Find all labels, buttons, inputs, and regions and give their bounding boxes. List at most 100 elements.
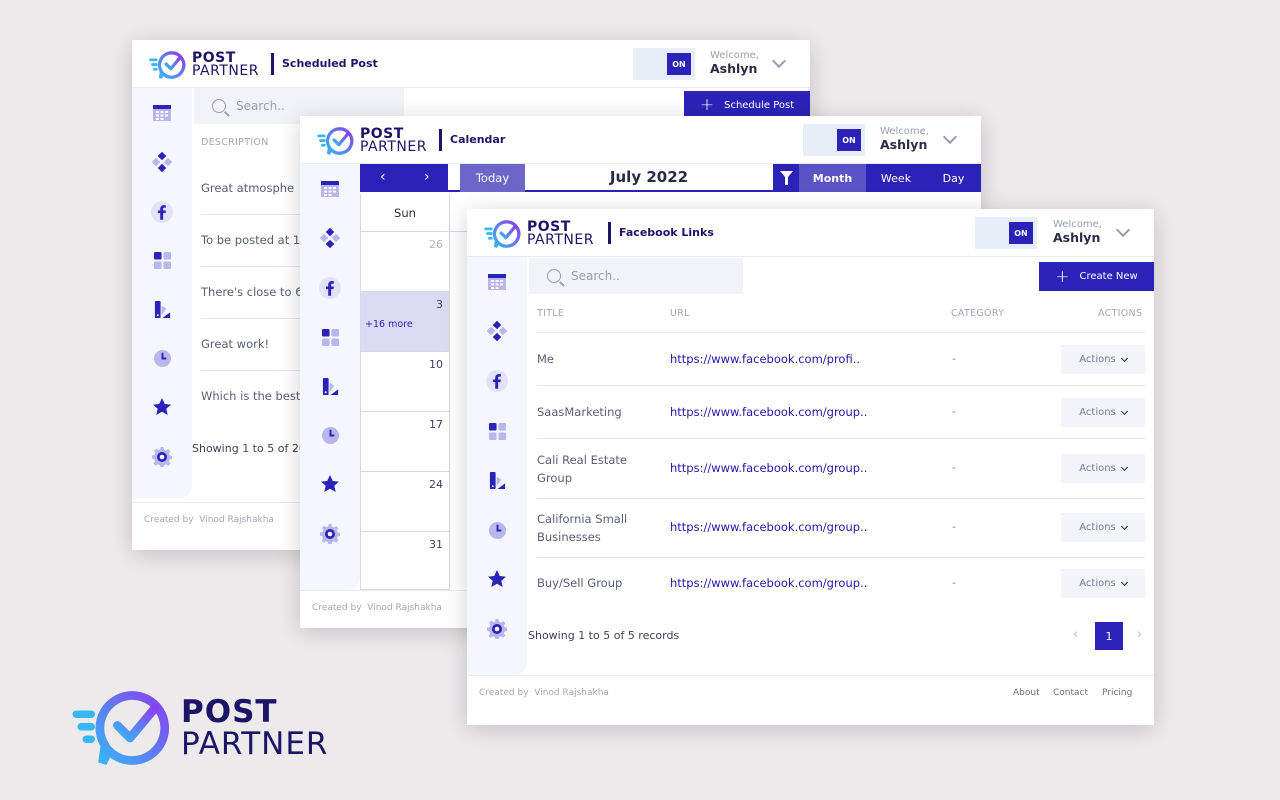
dashboard-grid-icon[interactable] xyxy=(319,326,341,348)
divider xyxy=(271,53,274,75)
column-header-category: CATEGORY xyxy=(951,308,1005,319)
weekday-header-sun: Sun xyxy=(361,194,450,232)
diamond-grid-icon[interactable] xyxy=(151,151,173,173)
chevron-down-icon[interactable] xyxy=(771,53,787,69)
facebook-icon[interactable] xyxy=(151,201,173,223)
header: POST PARTNER Calendar ON Welcome, Ashlyn xyxy=(300,116,981,164)
actions-dropdown[interactable]: Actions xyxy=(1061,454,1145,483)
records-summary: Showing 1 to 5 of 26 xyxy=(192,442,306,455)
calendar-icon[interactable] xyxy=(319,178,341,200)
page-title: Scheduled Post xyxy=(282,57,378,70)
actions-label: Actions xyxy=(1079,354,1116,365)
swatch-icon[interactable] xyxy=(486,469,508,491)
gear-icon[interactable] xyxy=(486,618,508,640)
chevron-down-icon[interactable] xyxy=(942,129,958,145)
actions-dropdown[interactable]: Actions xyxy=(1061,513,1145,542)
view-week[interactable]: Week xyxy=(866,164,926,192)
prev-page-button[interactable]: ‹ xyxy=(1073,627,1078,642)
actions-dropdown[interactable]: Actions xyxy=(1061,345,1145,374)
swatch-icon[interactable] xyxy=(319,375,341,397)
footer-link-pricing[interactable]: Pricing xyxy=(1102,688,1132,698)
chevron-down-icon xyxy=(1120,463,1128,471)
day-cell[interactable]: 10 xyxy=(361,352,450,412)
table-row[interactable]: To be posted at 1 xyxy=(201,233,300,247)
dashboard-grid-icon[interactable] xyxy=(486,420,508,442)
clock-icon[interactable] xyxy=(319,424,341,446)
chevron-down-icon xyxy=(1120,522,1128,530)
actions-label: Actions xyxy=(1079,578,1116,589)
view-day[interactable]: Day xyxy=(926,164,981,192)
chevron-down-icon[interactable] xyxy=(1115,222,1131,238)
search-input[interactable]: Search.. xyxy=(529,258,743,294)
gear-icon[interactable] xyxy=(151,446,173,468)
create-new-button[interactable]: + Create New xyxy=(1039,262,1154,291)
row-category: - xyxy=(952,352,956,365)
star-icon[interactable] xyxy=(319,473,341,495)
table-row[interactable]: Great atmosphe xyxy=(201,181,294,195)
calendar-icon[interactable] xyxy=(486,271,508,293)
chevron-down-icon xyxy=(1120,354,1128,362)
column-header-title: TITLE xyxy=(537,308,565,319)
day-cell-highlighted[interactable]: 3 +16 more xyxy=(361,292,450,352)
filter-button[interactable] xyxy=(773,164,799,192)
post-partner-logo-icon xyxy=(148,50,188,80)
row-divider xyxy=(537,438,1145,439)
footer-link-about[interactable]: About xyxy=(1013,688,1040,698)
next-page-button[interactable]: › xyxy=(1137,627,1142,642)
row-title: Buy/Sell Group xyxy=(537,576,623,590)
row-title: Me xyxy=(537,352,554,366)
swatch-icon[interactable] xyxy=(151,298,173,320)
created-by-label: Created by xyxy=(312,603,362,613)
month-label: July 2022 xyxy=(609,168,689,186)
row-category: - xyxy=(952,461,956,474)
post-partner-logo-icon xyxy=(316,126,356,156)
calendar-icon[interactable] xyxy=(151,102,173,124)
day-cell[interactable]: 17 xyxy=(361,412,450,472)
dashboard-grid-icon[interactable] xyxy=(151,249,173,271)
actions-dropdown[interactable]: Actions xyxy=(1061,569,1145,598)
sidebar xyxy=(132,88,192,498)
diamond-grid-icon[interactable] xyxy=(486,320,508,342)
more-events-link[interactable]: +16 more xyxy=(365,319,413,330)
row-url-link[interactable]: https://www.facebook.com/group.. xyxy=(670,520,867,534)
gear-icon[interactable] xyxy=(319,523,341,545)
on-toggle[interactable]: ON xyxy=(633,48,695,80)
facebook-icon[interactable] xyxy=(319,277,341,299)
view-month[interactable]: Month xyxy=(799,164,866,192)
prev-month-button[interactable]: ‹ xyxy=(380,169,386,185)
plus-icon: + xyxy=(699,95,715,115)
schedule-post-button[interactable]: + Schedule Post xyxy=(684,91,810,119)
actions-label: Actions xyxy=(1079,463,1116,474)
on-toggle[interactable]: ON xyxy=(803,124,865,156)
search-icon xyxy=(547,269,561,283)
on-toggle[interactable]: ON xyxy=(975,217,1037,249)
table-row[interactable]: Which is the best xyxy=(201,389,300,403)
clock-icon[interactable] xyxy=(486,519,508,541)
today-button[interactable]: Today xyxy=(460,164,525,192)
row-title: California Small Businesses xyxy=(537,512,628,544)
actions-dropdown[interactable]: Actions xyxy=(1061,398,1145,427)
facebook-icon[interactable] xyxy=(486,370,508,392)
page-title: Calendar xyxy=(450,133,506,146)
day-cell[interactable]: 31 xyxy=(361,532,450,590)
clock-icon[interactable] xyxy=(151,347,173,369)
actions-label: Actions xyxy=(1079,522,1116,533)
row-category: - xyxy=(952,520,956,533)
row-url-link[interactable]: https://www.facebook.com/group.. xyxy=(670,576,867,590)
page-1-button[interactable]: 1 xyxy=(1095,622,1123,650)
row-url-link[interactable]: https://www.facebook.com/profi.. xyxy=(670,352,860,366)
day-cell[interactable]: 24 xyxy=(361,472,450,532)
brand-logo-large: POST PARTNER xyxy=(70,688,328,768)
star-icon[interactable] xyxy=(151,396,173,418)
search-icon xyxy=(212,99,226,113)
filter-icon xyxy=(779,171,793,185)
footer-link-contact[interactable]: Contact xyxy=(1053,688,1088,698)
row-url-link[interactable]: https://www.facebook.com/group.. xyxy=(670,405,867,419)
diamond-grid-icon[interactable] xyxy=(319,227,341,249)
row-url-link[interactable]: https://www.facebook.com/group.. xyxy=(670,461,867,475)
table-row[interactable]: Great work! xyxy=(201,337,269,351)
star-icon[interactable] xyxy=(486,568,508,590)
next-month-button[interactable]: › xyxy=(424,169,430,185)
day-cell[interactable]: 26 xyxy=(361,232,450,292)
table-row[interactable]: There's close to 6 xyxy=(201,285,303,299)
